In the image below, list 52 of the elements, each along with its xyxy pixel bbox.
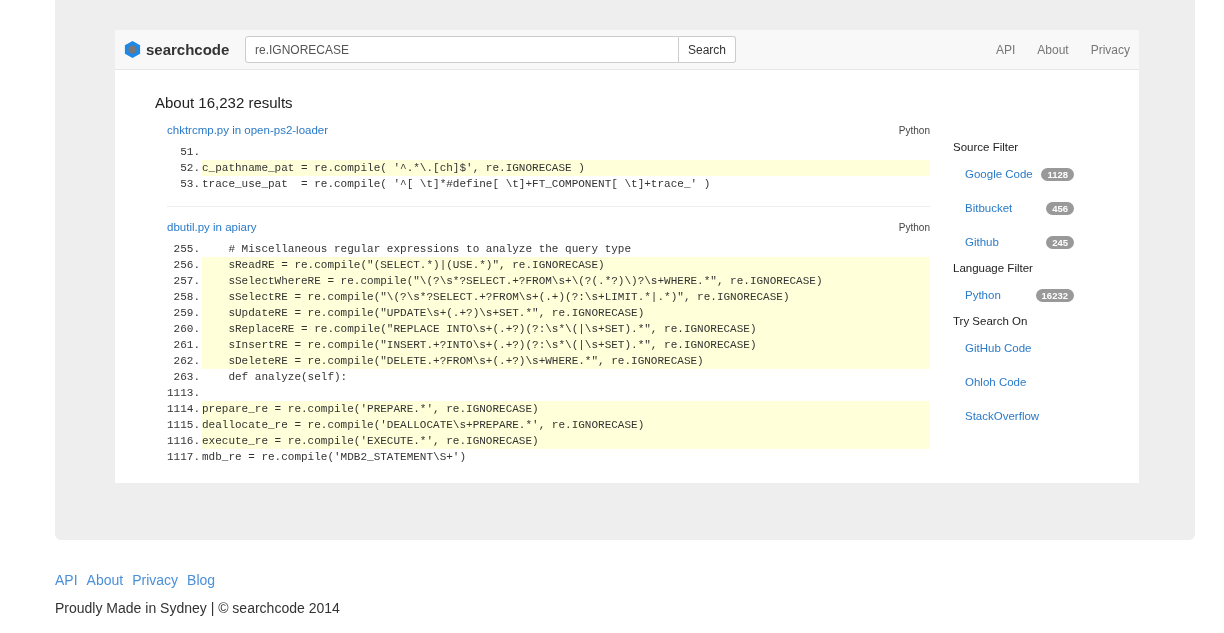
filter-link[interactable]: Python [965, 289, 1001, 301]
logo-icon [123, 40, 142, 59]
line-number: 1116. [167, 434, 201, 449]
line-number: 256. [172, 258, 201, 273]
filter-link[interactable]: GitHub Code [965, 342, 1032, 354]
results-count: About 16,232 results [155, 94, 294, 111]
nav-link[interactable]: About [1037, 42, 1069, 57]
filter-link[interactable]: StackOverflow [965, 410, 1040, 422]
line-number: 259. [172, 306, 201, 321]
line-number: 260. [172, 322, 201, 337]
line-number: 263. [172, 370, 201, 385]
logo-text[interactable]: searchcode [146, 41, 230, 58]
filter-link[interactable]: Google Code [965, 168, 1033, 180]
search-button[interactable]: Search [679, 36, 737, 63]
line-number: 52. [179, 161, 201, 176]
line-number: 261. [172, 338, 201, 353]
line-number: 257. [172, 274, 201, 289]
code-line: trace_use_pat = re.compile( '^[ \t]*#define[ \t]+FT_COMPONENT[ \t]+trace_' ) [202, 177, 712, 192]
footer-link[interactable]: Blog [187, 572, 216, 588]
code-line: def analyze(self): [227, 370, 349, 385]
line-number: 51. [179, 145, 201, 160]
filter-heading: Source Filter [953, 140, 1020, 155]
line-number: 1115. [167, 418, 201, 433]
nav-link[interactable]: Privacy [1090, 42, 1130, 57]
result-title-link[interactable]: dbutil.py in apiary [167, 221, 257, 233]
line-number: 258. [172, 290, 201, 305]
line-number: 255. [172, 242, 201, 257]
line-number: 1113. [167, 386, 201, 401]
code-line: # Miscellaneous regular expressions to analyze the query type [227, 242, 633, 257]
line-number: 262. [172, 354, 201, 369]
line-number: 1114. [167, 402, 201, 417]
filter-link[interactable]: Ohloh Code [965, 376, 1027, 388]
footer-link[interactable]: Privacy [132, 572, 179, 588]
count-badge: 456 [1046, 201, 1074, 215]
language-label: Python [898, 124, 930, 136]
footer-link[interactable]: About [86, 572, 124, 588]
filter-heading: Language Filter [953, 261, 1034, 276]
language-label: Python [898, 221, 930, 233]
nav-link[interactable]: API [995, 42, 1016, 57]
footer-text: Proudly Made in Sydney | © searchcode 2014 [55, 600, 341, 616]
result-title-link[interactable]: chktrcmp.py in open-ps2-loader [167, 124, 329, 136]
footer-link[interactable]: API [55, 572, 78, 588]
filter-link[interactable]: Bitbucket [965, 202, 1013, 214]
search-field[interactable]: re.IGNORECASE [245, 36, 679, 63]
filter-heading: Try Search On [953, 314, 1029, 329]
count-badge: 1128 [1041, 167, 1074, 181]
count-badge: 16232 [1035, 288, 1074, 302]
line-number: 1117. [167, 450, 201, 465]
line-number: 53. [179, 177, 201, 192]
filter-link[interactable]: Github [965, 236, 999, 248]
code-line: mdb_re = re.compile('MDB2_STATEMENT\S+') [202, 450, 468, 465]
count-badge: 245 [1046, 235, 1074, 249]
